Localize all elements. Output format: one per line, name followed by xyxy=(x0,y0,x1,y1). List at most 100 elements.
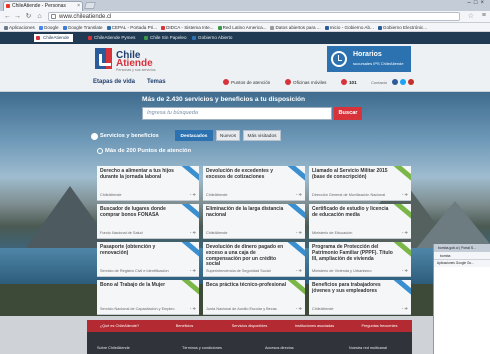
service-card[interactable]: Programa de Protección del Patrimonio Fa… xyxy=(309,242,411,277)
bookmarks-bar: Aplicaciones Google Google Translate CEPAL … xyxy=(0,23,490,32)
filter-destacados-button[interactable]: Destacados xyxy=(175,130,213,141)
footer-link[interactable]: Sobre ChileAtiende xyxy=(97,346,130,350)
service-card-title: Beneficios para trabajadores jóvenes y s… xyxy=(312,282,381,294)
card-actions-icon[interactable]: ◔ ✚ xyxy=(295,192,302,197)
second-window-url[interactable]: bomba xyxy=(434,252,490,260)
card-actions-icon[interactable]: ◔ ✚ xyxy=(295,306,302,311)
horarios-subtitle: sucursales IPS ChileAtiende xyxy=(353,61,404,66)
card-actions-icon[interactable]: ◔ ✚ xyxy=(189,230,196,235)
footer-red-link[interactable]: ¿Qué es ChileAtiende? xyxy=(87,320,152,332)
twitter-icon[interactable] xyxy=(400,79,406,85)
window-controls[interactable]: –□× xyxy=(468,0,487,6)
forward-arrow-icon[interactable]: → xyxy=(13,12,22,21)
second-browser-window[interactable]: bomba.gob.cl | Portal S... bomba Aplicac… xyxy=(433,244,490,354)
footer-link[interactable]: Términos y condiciones xyxy=(182,346,222,350)
service-card-title: Llamado al Servicio Militar 2015 (base d… xyxy=(312,168,388,180)
quick-phone-101[interactable]: 101 xyxy=(341,79,357,86)
footer-red-link[interactable]: Beneficios xyxy=(152,320,217,332)
nav-temas[interactable]: Temas xyxy=(147,79,166,85)
contacto-link[interactable]: Contacto xyxy=(371,79,387,86)
service-card-title: Certificado de estudio y licencia de edu… xyxy=(312,206,389,218)
quick-puntos-atencion[interactable]: Puntos de atención xyxy=(223,79,270,86)
home-icon[interactable]: ⌂ xyxy=(35,12,44,21)
search-input[interactable]: Ingresa tu búsqueda xyxy=(142,107,332,120)
card-actions-icon[interactable]: ◔ ✚ xyxy=(189,192,196,197)
gov-network-link[interactable]: ChileAtiende xyxy=(34,34,74,42)
bookmark-item[interactable]: Google Translate xyxy=(62,23,103,31)
bookmark-item[interactable]: Red Latino America... xyxy=(217,23,266,31)
nav-etapas-de-vida[interactable]: Etapas de vida xyxy=(93,79,135,85)
bookmark-item[interactable]: Google xyxy=(38,23,59,31)
card-actions-icon[interactable]: ◔ ✚ xyxy=(295,230,302,235)
card-actions-icon[interactable]: ◔ ✚ xyxy=(295,268,302,273)
card-actions-icon[interactable]: ◔ ✚ xyxy=(189,306,196,311)
service-card[interactable]: Derecho a alimentar a tus hijos durante … xyxy=(97,166,199,201)
facebook-icon[interactable] xyxy=(392,79,398,85)
search-button[interactable]: Buscar xyxy=(334,107,362,120)
quick-oficinas-moviles[interactable]: Oficinas móviles xyxy=(285,79,326,86)
service-card-org: ChileAtiende xyxy=(206,193,228,197)
footer-link[interactable]: Nuestra red multicanal xyxy=(349,346,387,350)
service-card[interactable]: Bono al Trabajo de la Mujer Servicio Naci… xyxy=(97,280,199,315)
service-card[interactable]: Pasaporte (obtención y renovación) Servic… xyxy=(97,242,199,277)
footer-red-link[interactable]: Instituciones asociadas xyxy=(282,320,347,332)
site-header: Chile Atiende Personas y sus servicios H… xyxy=(0,44,490,74)
menu-icon[interactable]: ≡ xyxy=(482,12,486,19)
favicon-icon xyxy=(6,4,10,8)
footer-red-link[interactable]: Servicios disponibles xyxy=(217,320,282,332)
bookmark-item[interactable]: Datos abiertos para ... xyxy=(270,23,321,31)
gov-network-link[interactable]: ChileAtiende Pymes xyxy=(86,34,135,42)
card-actions-icon[interactable]: ◔ ✚ xyxy=(401,268,408,273)
bookmark-item[interactable]: Inicio - Gobierno Ab... xyxy=(324,23,374,31)
bookmark-label: DIDCA - Sistema Inte... xyxy=(166,25,214,30)
back-arrow-icon[interactable]: ← xyxy=(3,12,12,21)
youtube-icon[interactable] xyxy=(408,79,414,85)
chileatiende-logo-icon[interactable] xyxy=(95,48,112,69)
bookmark-icon xyxy=(161,25,166,30)
main-nav: Etapas de vida Temas Puntos de atención … xyxy=(0,74,490,92)
gov-network-link[interactable]: Gobierno Abierto xyxy=(190,34,232,42)
puntos-atencion-link[interactable]: Más de 200 Puntos de atención xyxy=(97,148,191,154)
bookmark-item[interactable]: CEPAL - Portada Pri... xyxy=(106,23,157,31)
card-actions-icon[interactable]: ◔ ✚ xyxy=(189,268,196,273)
filter-nuevos-button[interactable]: Nuevos xyxy=(216,130,240,141)
bookmark-star-icon[interactable]: ☆ xyxy=(468,12,474,20)
footer-link[interactable]: Accesos directos xyxy=(265,346,294,350)
bookmark-icon xyxy=(324,25,329,30)
horarios-banner[interactable]: Horarios sucursales IPS ChileAtiende xyxy=(327,46,411,72)
bookmark-item[interactable]: DIDCA - Sistema Inte... xyxy=(161,23,214,31)
service-card[interactable]: Llamado al Servicio Militar 2015 (base d… xyxy=(309,166,411,201)
service-card[interactable]: Eliminación de la larga distancia nacion… xyxy=(203,204,305,239)
gov-network-link[interactable]: Chile Sin Papeleo xyxy=(142,34,187,42)
bookmark-item[interactable]: Gobierno Electrónic... xyxy=(377,23,427,31)
reload-icon[interactable]: ↻ xyxy=(24,12,33,21)
footer-red-link[interactable]: Preguntas frecuentes xyxy=(347,320,412,332)
bookmark-icon xyxy=(270,25,275,30)
second-window-tab[interactable]: bomba.gob.cl | Portal S... xyxy=(434,244,490,252)
card-actions-icon[interactable]: ◔ ✚ xyxy=(401,192,408,197)
card-actions-icon[interactable]: ◔ ✚ xyxy=(401,306,408,311)
browser-tab[interactable]: ChileAtiende - Personas × xyxy=(3,1,83,11)
bookmark-label: Google Translate xyxy=(67,25,103,30)
service-card[interactable]: Devolución de excedentes y excesos de co… xyxy=(203,166,305,201)
service-card[interactable]: Certificado de estudio y licencia de edu… xyxy=(309,204,411,239)
close-tab-icon[interactable]: × xyxy=(77,2,80,11)
service-card-title: Buscador de lugares donde comprar bonos … xyxy=(100,206,166,218)
service-card[interactable]: Beca práctica técnico-profesional Junta N… xyxy=(203,280,305,315)
new-tab-button[interactable] xyxy=(84,2,96,9)
service-card[interactable]: Buscador de lugares donde comprar bonos … xyxy=(97,204,199,239)
card-actions-icon[interactable]: ◔ ✚ xyxy=(401,230,408,235)
bookmark-icon xyxy=(62,25,67,30)
bookmark-icon xyxy=(38,25,43,30)
url-field[interactable]: www.chileatiende.cl xyxy=(48,12,460,21)
filter-mas-visitados-button[interactable]: Más visitados xyxy=(243,130,281,141)
service-card-org: Dirección General de Movilización Nacion… xyxy=(312,193,386,197)
bookmark-label: Aplicaciones xyxy=(9,25,35,30)
service-card[interactable]: Devolución de dinero pagado en exceso a … xyxy=(203,242,305,277)
bookmark-item[interactable]: Aplicaciones xyxy=(4,23,35,31)
service-card[interactable]: Beneficios para trabajadores jóvenes y s… xyxy=(309,280,411,315)
phone-icon xyxy=(341,79,347,85)
bookmark-icon xyxy=(377,25,382,30)
service-card-org: Ministerio de Vivienda y Urbanismo xyxy=(312,269,372,273)
service-card-title: Eliminación de la larga distancia nacion… xyxy=(206,206,284,218)
